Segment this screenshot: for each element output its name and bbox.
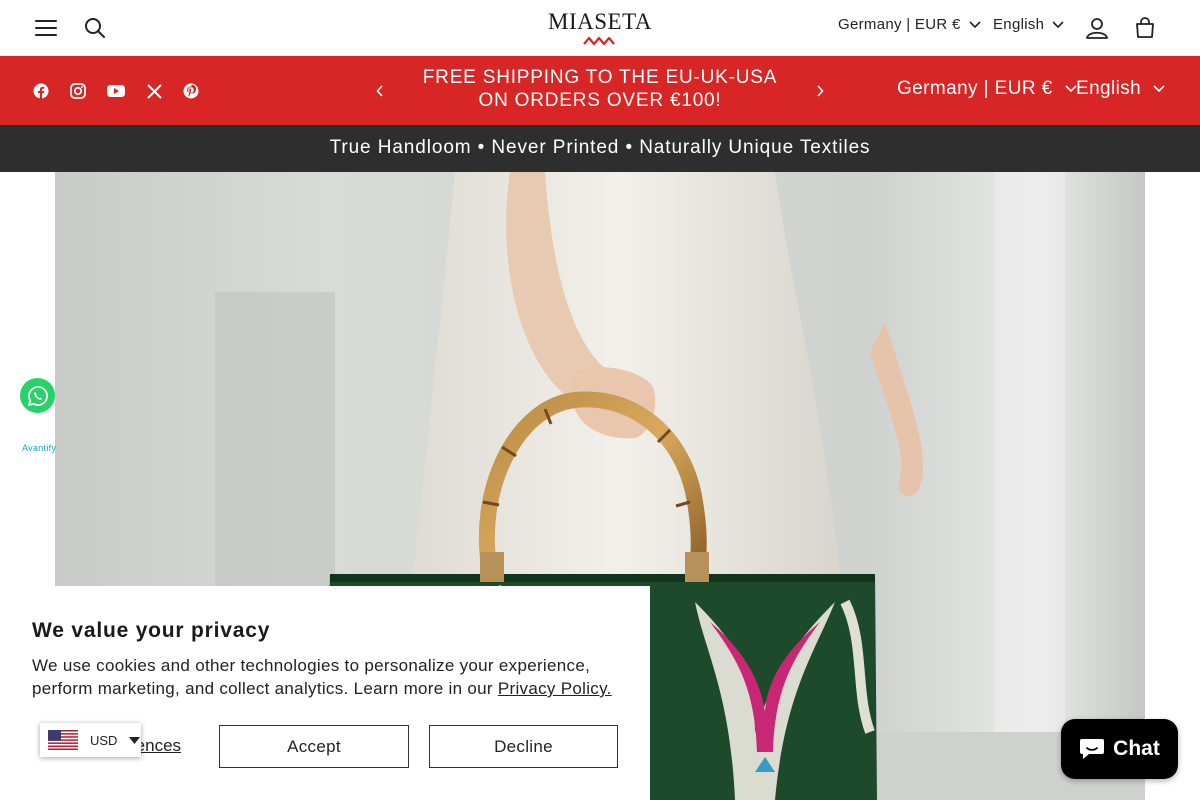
- tagline-bar: True Handloom • Never Printed • Naturall…: [0, 125, 1200, 172]
- chevron-down-icon: [1065, 85, 1077, 93]
- decline-button[interactable]: Decline: [429, 725, 618, 768]
- site-logo[interactable]: MIASETA: [540, 8, 660, 50]
- currency-label: USD: [90, 732, 118, 748]
- chevron-down-icon: [1153, 85, 1165, 93]
- chevron-down-icon: [1052, 20, 1064, 28]
- chevron-left-icon: [376, 85, 383, 97]
- chevron-right-icon: [817, 85, 824, 97]
- account-icon[interactable]: [1077, 8, 1117, 48]
- announcement-bar: FREE SHIPPING TO THE EU-UK-USA ON ORDERS…: [0, 56, 1200, 125]
- privacy-policy-link[interactable]: Privacy Policy.: [498, 679, 612, 698]
- header-country-selector[interactable]: Germany | EUR €: [838, 16, 981, 33]
- chat-button[interactable]: Chat: [1061, 719, 1178, 779]
- header-country-label: Germany | EUR €: [838, 16, 961, 33]
- logo-waves-icon: [583, 36, 615, 46]
- header-language-label: English: [993, 16, 1045, 33]
- caret-down-icon: [129, 736, 141, 744]
- us-flag-icon: [48, 730, 78, 750]
- announcement-country-label: Germany | EUR €: [897, 78, 1053, 99]
- brand-name: MIASETA: [548, 9, 652, 34]
- accept-button[interactable]: Accept: [219, 725, 409, 768]
- chat-label: Chat: [1113, 737, 1160, 760]
- pinterest-icon[interactable]: [178, 78, 204, 104]
- announcement-prev-button[interactable]: [367, 78, 393, 104]
- cart-icon[interactable]: [1125, 8, 1165, 48]
- announcement-text: FREE SHIPPING TO THE EU-UK-USA ON ORDERS…: [422, 67, 778, 111]
- announcement-language-selector[interactable]: English: [1076, 78, 1165, 100]
- site-header: MIASETA Germany | EUR € English: [0, 0, 1200, 56]
- announcement-country-selector[interactable]: Germany | EUR €: [897, 78, 1077, 100]
- cookie-text: We use cookies and other technologies to…: [32, 654, 632, 700]
- whatsapp-icon: [27, 385, 48, 406]
- currency-switcher[interactable]: USD: [40, 723, 141, 757]
- chat-bubble-icon: [1080, 739, 1105, 759]
- announcement-next-button[interactable]: [807, 78, 833, 104]
- instagram-icon[interactable]: [65, 78, 91, 104]
- cookie-title: We value your privacy: [32, 619, 271, 642]
- x-icon[interactable]: [141, 78, 167, 104]
- announcement-language-label: English: [1076, 78, 1142, 99]
- header-language-selector[interactable]: English: [993, 16, 1064, 33]
- search-icon[interactable]: [75, 8, 115, 48]
- facebook-icon[interactable]: [28, 78, 54, 104]
- menu-icon[interactable]: [26, 8, 66, 48]
- chevron-down-icon: [969, 20, 981, 28]
- youtube-icon[interactable]: [103, 78, 129, 104]
- whatsapp-caption: Avantify: [22, 443, 57, 453]
- whatsapp-button[interactable]: [20, 378, 55, 413]
